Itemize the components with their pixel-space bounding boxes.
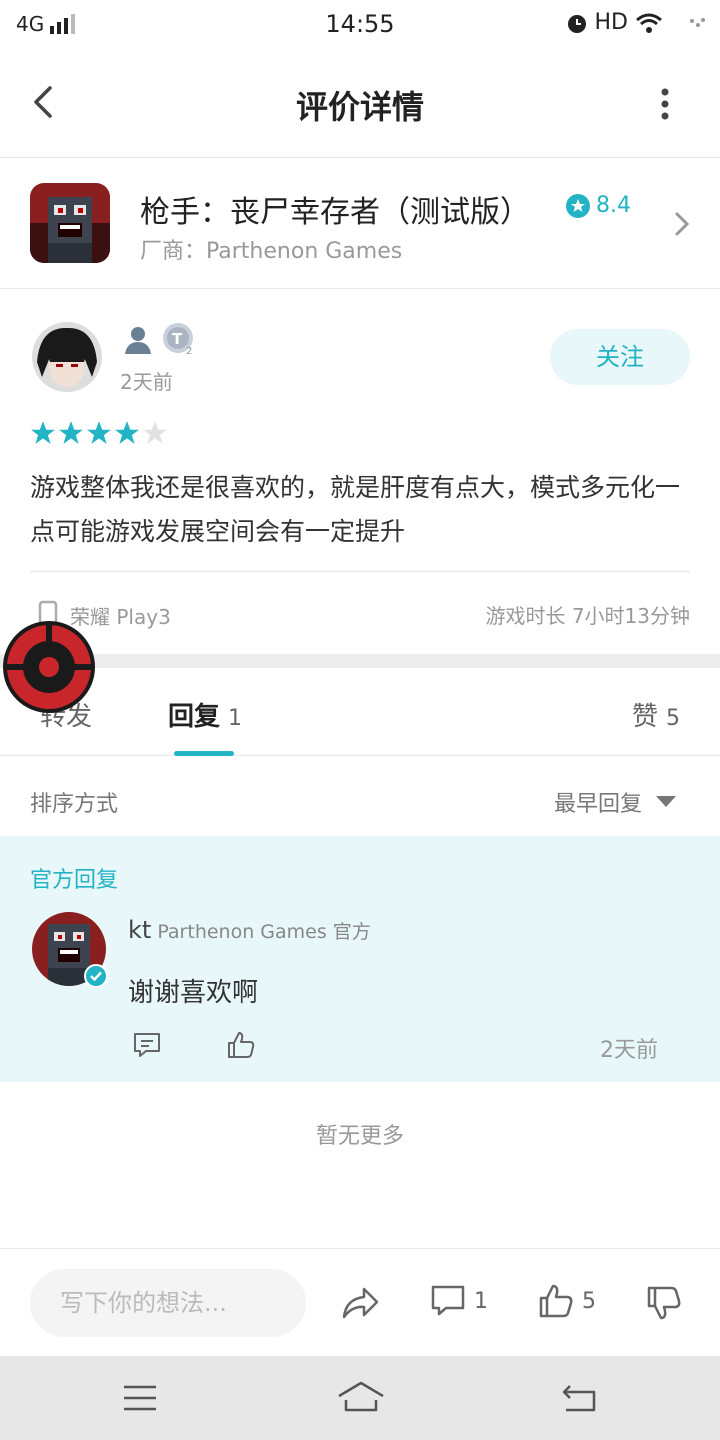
tab-like-count: 5: [666, 706, 680, 731]
battery-moon-icon: [676, 14, 705, 31]
game-info-row[interactable]: 枪手：丧尸幸存者（测试版） 8.4 厂商：Parthenon Games: [0, 159, 720, 289]
home-icon[interactable]: [336, 1380, 386, 1414]
game-rating: 8.4: [566, 193, 631, 218]
share-icon[interactable]: [340, 1283, 380, 1323]
chevron-right-icon: [675, 212, 690, 236]
game-icon: [30, 183, 110, 263]
tab-like-label: 赞: [631, 702, 658, 732]
tab-like[interactable]: 赞5: [632, 696, 680, 733]
official-reply: 官方回复 kt Parthenon Games 官方 谢谢喜欢啊 2天前: [0, 836, 720, 1082]
rating-value: 8.4: [596, 193, 631, 218]
bottom-action-bar: 1 5: [0, 1248, 720, 1356]
wifi-icon: [636, 13, 662, 33]
review-stars: [30, 420, 168, 446]
official-reply-text: 谢谢喜欢啊: [128, 978, 259, 1008]
star-filled-icon: [87, 421, 111, 444]
thumbs-down-icon[interactable]: [646, 1285, 682, 1321]
game-name: 枪手：丧尸幸存者（测试版）: [140, 195, 530, 230]
thumbs-up-icon: [539, 1284, 573, 1318]
sort-dropdown[interactable]: 最早回复: [554, 786, 676, 818]
sort-label: 排序方式: [30, 792, 119, 817]
floating-assist-button-icon[interactable]: [2, 620, 96, 714]
tab-reply-label: 回复: [168, 702, 221, 732]
review-time: 2天前: [120, 370, 173, 394]
page-title: 评价详情: [295, 88, 424, 126]
reviewer-avatar[interactable]: [32, 322, 102, 392]
top-nav: 评价详情: [0, 52, 720, 158]
menu-icon[interactable]: [122, 1384, 158, 1412]
more-options-icon[interactable]: [650, 82, 680, 126]
play-time: 游戏时长 7小时13分钟: [485, 604, 690, 628]
author-org: Parthenon Games 官方: [157, 921, 371, 943]
active-tab-indicator: [174, 751, 234, 756]
level-badge-icon: T 2: [163, 323, 193, 357]
official-reply-time: 2天前: [600, 1038, 658, 1063]
tab-reply-count: 1: [228, 706, 243, 731]
sort-selected: 最早回复: [553, 792, 642, 817]
status-icons: HD: [565, 10, 706, 35]
svg-text:2: 2: [186, 346, 192, 357]
game-vendor: 厂商：Parthenon Games: [140, 239, 403, 264]
official-reply-label: 官方回复: [30, 868, 119, 893]
system-nav-bar: [0, 1356, 720, 1440]
star-empty-icon: [143, 421, 167, 444]
tab-reply[interactable]: 回复 1: [168, 696, 242, 733]
return-icon[interactable]: [560, 1382, 598, 1414]
hd-indicator: HD: [594, 10, 628, 35]
official-reply-author: kt Parthenon Games 官方: [128, 916, 371, 944]
review-text: 游戏整体我还是很喜欢的，就是肝度有点大，模式多元化一点可能游戏发展空间会有一定提…: [30, 473, 681, 546]
no-more-hint: 暂无更多: [315, 1124, 404, 1149]
rating-star-icon: [566, 193, 590, 218]
section-separator: [0, 654, 720, 668]
alarm-icon: [567, 14, 586, 33]
verified-icon: [84, 964, 108, 988]
svg-text:T: T: [172, 330, 183, 348]
caret-down-icon: [656, 796, 676, 807]
star-filled-icon: [115, 421, 139, 444]
like-count: 5: [582, 1288, 596, 1314]
status-bar: 4G 14:55 HD: [0, 0, 720, 52]
tab-bar: 转发 回复 1 赞5: [0, 668, 720, 756]
comment-action[interactable]: 1: [430, 1283, 488, 1319]
author-name: kt: [128, 916, 152, 944]
comment-bubble-icon: [431, 1285, 465, 1316]
thumbs-up-icon[interactable]: [226, 1030, 256, 1060]
star-filled-icon: [59, 421, 83, 444]
like-action[interactable]: 5: [538, 1283, 596, 1319]
comment-count: 1: [474, 1288, 488, 1314]
follow-button[interactable]: 关注: [550, 329, 690, 385]
star-filled-icon: [31, 421, 55, 444]
comment-input[interactable]: [30, 1269, 306, 1337]
comment-icon[interactable]: [132, 1030, 162, 1060]
user-badge-icon: [125, 327, 151, 354]
divider: [30, 571, 690, 572]
